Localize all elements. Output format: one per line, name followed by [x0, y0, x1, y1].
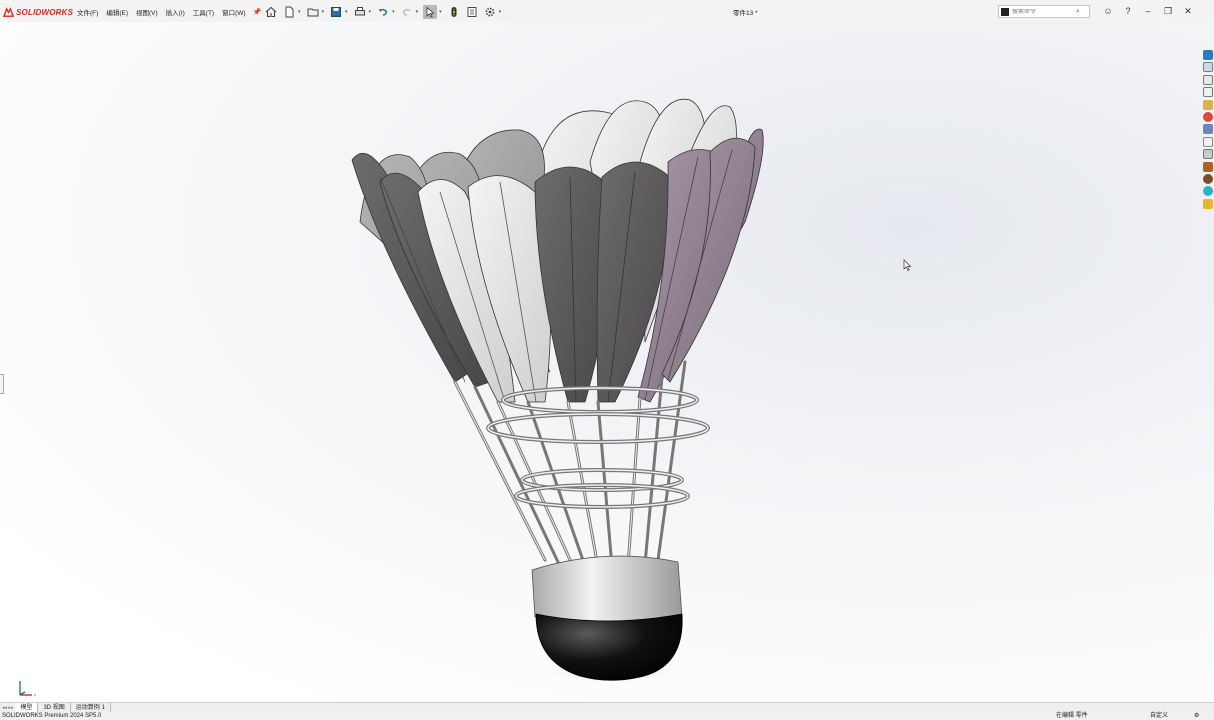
- status-settings-icon[interactable]: ⚙: [1194, 712, 1199, 720]
- version-label: SOLIDWORKS Premium 2024 SP5.0: [2, 713, 102, 719]
- cork-band: [531, 555, 683, 623]
- menu-file[interactable]: 文件(F): [73, 7, 102, 17]
- file-explorer-icon[interactable]: [1202, 74, 1213, 85]
- restore-icon[interactable]: ❐: [1161, 4, 1175, 18]
- file-properties-icon[interactable]: [465, 5, 479, 19]
- pin-icon[interactable]: 📌: [250, 8, 262, 16]
- custom-properties-icon[interactable]: [1202, 111, 1213, 122]
- minimize-icon[interactable]: –: [1141, 4, 1155, 18]
- menu-insert[interactable]: 插入(I): [162, 7, 189, 17]
- search-input[interactable]: [1012, 8, 1076, 15]
- reference-triad: x: [19, 681, 36, 697]
- pdm-icon[interactable]: [1202, 173, 1213, 184]
- undo-dropdown-icon[interactable]: ▾: [392, 9, 395, 15]
- select-icon[interactable]: [423, 4, 438, 19]
- solidworks-resources-icon[interactable]: [1202, 50, 1213, 60]
- menu-view[interactable]: 视图(V): [132, 7, 162, 17]
- tab-scroll-arrows-icon[interactable]: ◂◂ ▸▸: [0, 705, 15, 711]
- redo-icon[interactable]: [400, 5, 414, 19]
- print-icon[interactable]: [353, 5, 367, 19]
- title-right-icons: ☺ ? – ❐ ✕: [1095, 4, 1195, 18]
- view-palette-icon[interactable]: [1202, 87, 1213, 98]
- menu-tools[interactable]: 工具(T): [189, 7, 218, 17]
- feature-manager-toggle[interactable]: [0, 374, 4, 394]
- toolbox-icon[interactable]: [1202, 149, 1213, 160]
- rebuild-icon[interactable]: [447, 5, 461, 19]
- save-dropdown-icon[interactable]: ▾: [345, 9, 348, 15]
- design-library-icon[interactable]: [1202, 62, 1213, 73]
- print-dropdown-icon[interactable]: ▾: [369, 9, 372, 15]
- undo-icon[interactable]: [376, 5, 390, 19]
- save-icon[interactable]: [329, 5, 343, 19]
- solidworks-logo[interactable]: SOLIDWORKS: [3, 5, 73, 19]
- cloud-icon[interactable]: [1202, 198, 1213, 209]
- brand-name: SOLIDWORKS: [16, 7, 74, 17]
- home-icon[interactable]: [264, 5, 278, 19]
- solidworks-forum-icon[interactable]: [1202, 124, 1213, 135]
- shuttlecock-model[interactable]: [340, 82, 780, 682]
- task-pane-tabs: [1201, 50, 1214, 211]
- options-dropdown-icon[interactable]: ▾: [499, 9, 502, 15]
- ds-logo-icon: [3, 6, 14, 17]
- user-icon[interactable]: ☺: [1101, 4, 1115, 18]
- 3dexperience-icon[interactable]: [1202, 136, 1213, 147]
- close-icon[interactable]: ✕: [1181, 4, 1195, 18]
- new-dropdown-icon[interactable]: ▾: [298, 9, 301, 15]
- graphics-area[interactable]: x: [0, 22, 1214, 702]
- options-icon[interactable]: [483, 5, 497, 19]
- document-title[interactable]: 零件13 *: [733, 7, 758, 17]
- redo-dropdown-icon[interactable]: ▾: [416, 9, 419, 15]
- mouse-cursor-icon: [903, 259, 912, 271]
- menu-bar: 文件(F) 编辑(E) 视图(V) 插入(I) 工具(T) 窗口(W) 📌: [73, 0, 261, 23]
- tab-model[interactable]: 模型: [15, 702, 39, 713]
- search-icon[interactable]: ⌕: [1076, 8, 1080, 16]
- tab-3d-view[interactable]: 3D 视图: [38, 702, 71, 713]
- marketplace-icon[interactable]: [1202, 161, 1213, 172]
- partner-icon[interactable]: [1202, 186, 1213, 197]
- editing-status: 在编辑 零件: [1056, 713, 1088, 719]
- menu-edit[interactable]: 编辑(E): [102, 7, 132, 17]
- standard-toolbar: ▾ ▾ ▾ ▾ ▾ ▾ ▾ ▾: [262, 3, 504, 20]
- select-dropdown-icon[interactable]: ▾: [439, 9, 442, 15]
- title-bar: SOLIDWORKS 文件(F) 编辑(E) 视图(V) 插入(I) 工具(T)…: [0, 0, 1214, 23]
- tab-motion-study[interactable]: 运动算例 1: [71, 702, 111, 713]
- bottom-tab-bar: ◂◂ ▸▸ 模型 3D 视图 运动算例 1: [0, 702, 1214, 713]
- open-icon[interactable]: [306, 5, 320, 19]
- status-bar: SOLIDWORKS Premium 2024 SP5.0 在编辑 零件 自定义…: [0, 712, 1214, 720]
- search-commands: ⌕: [998, 5, 1090, 18]
- svg-text:x: x: [34, 692, 36, 697]
- help-icon[interactable]: ?: [1121, 4, 1135, 18]
- new-document-icon[interactable]: [282, 5, 296, 19]
- appearances-icon[interactable]: [1202, 99, 1213, 110]
- command-prompt-icon: [1001, 7, 1009, 16]
- menu-window[interactable]: 窗口(W): [218, 7, 249, 17]
- open-dropdown-icon[interactable]: ▾: [322, 9, 325, 15]
- units-selector[interactable]: 自定义: [1150, 712, 1168, 720]
